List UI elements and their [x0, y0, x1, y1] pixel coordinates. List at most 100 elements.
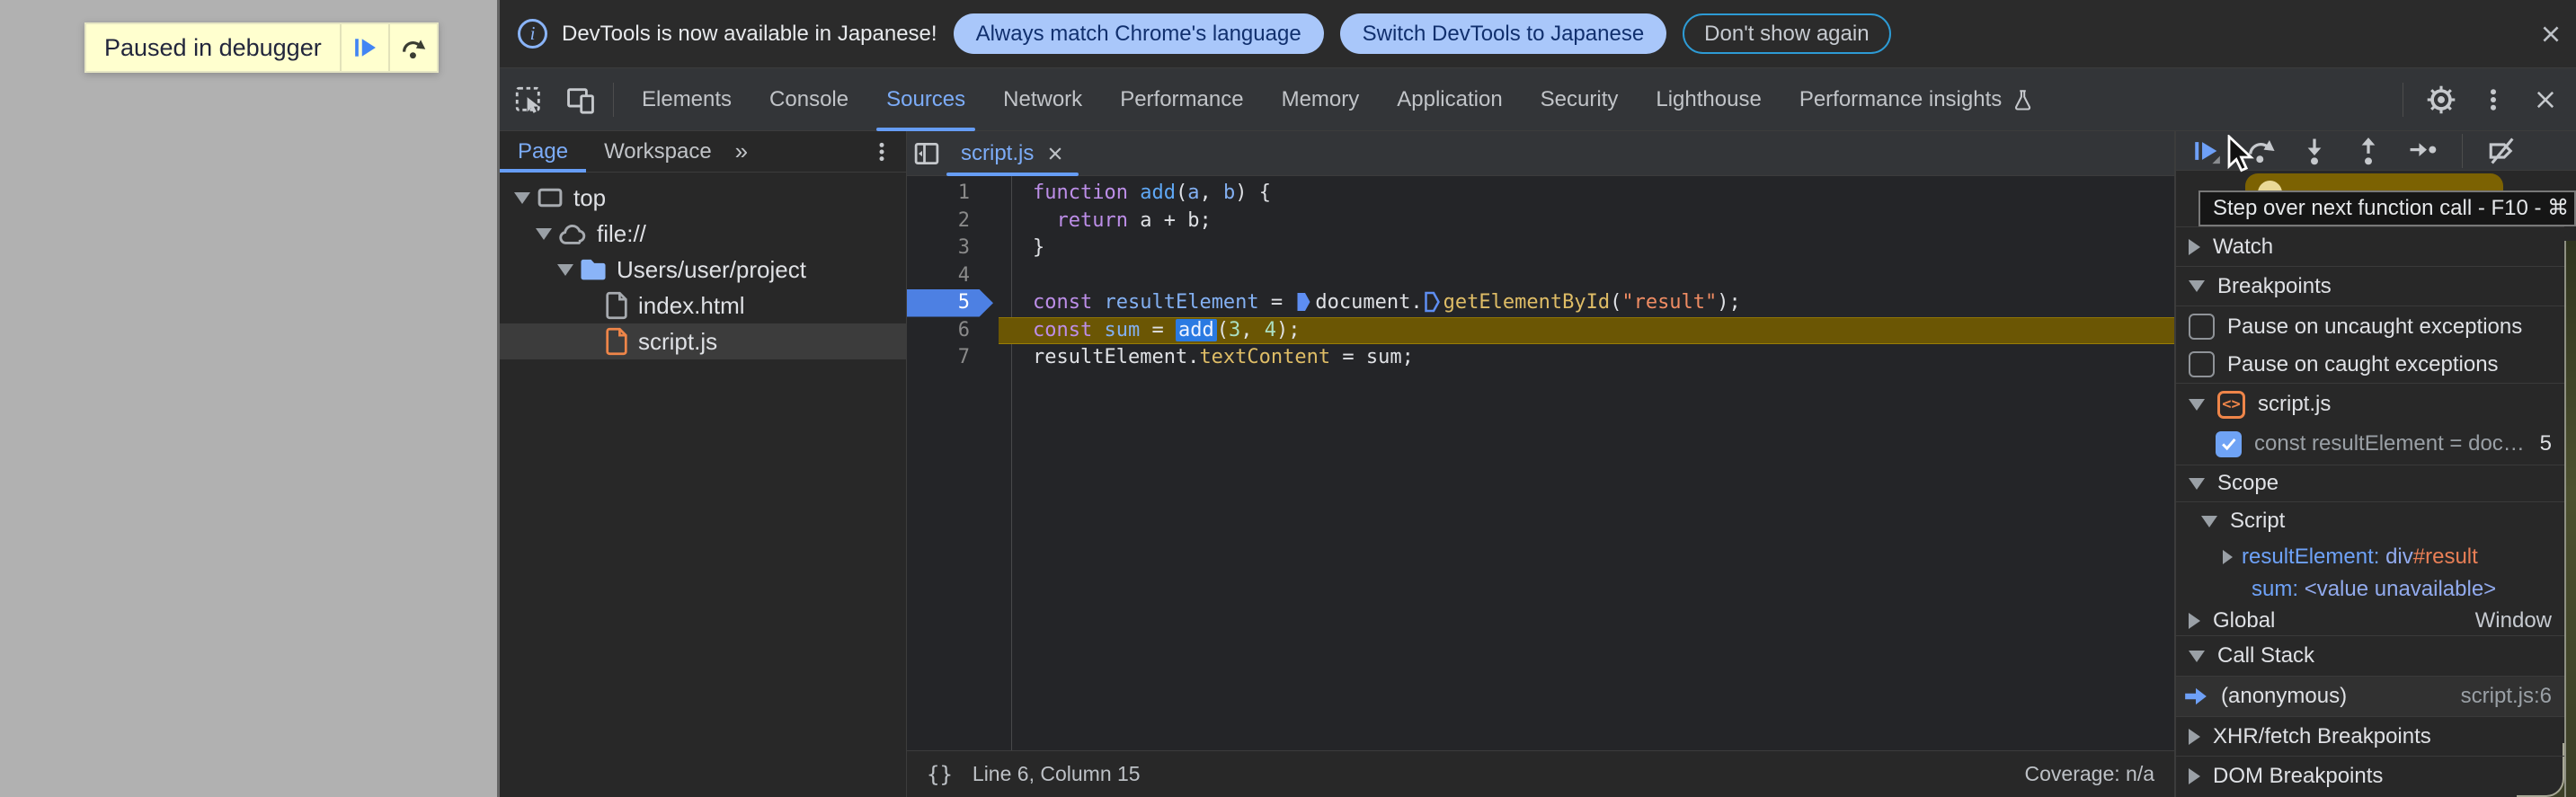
navigator-tab-bar: Page Workspace »	[500, 131, 906, 173]
breakpoint-entry[interactable]: const resultElement = doc… 5	[2176, 424, 2564, 464]
tree-item-index-html[interactable]: index.html	[500, 288, 906, 323]
infobar-close-button[interactable]	[2526, 22, 2576, 46]
pause-caught-checkbox[interactable]	[2189, 351, 2215, 377]
code-token: textContent	[1199, 346, 1331, 368]
breakpoint-checkbox[interactable]	[2216, 430, 2242, 457]
navigator-more-tabs-button[interactable]: »	[735, 137, 748, 165]
match-chrome-language-button[interactable]: Always match Chrome's language	[953, 13, 1324, 54]
code-token: =	[1140, 318, 1176, 341]
tab-console[interactable]: Console	[751, 68, 867, 131]
tree-item-top[interactable]: top	[500, 180, 906, 216]
chevron-down-icon	[2189, 650, 2205, 662]
resume-script-button[interactable]	[2190, 135, 2223, 167]
step-into-icon	[2307, 138, 2322, 164]
inline-breakpoint-marker[interactable]	[1424, 291, 1440, 313]
section-watch[interactable]: Watch	[2176, 226, 2564, 266]
code-token: );	[1275, 318, 1301, 341]
section-breakpoints[interactable]: Breakpoints	[2176, 266, 2564, 306]
close-icon	[2536, 91, 2554, 108]
line-number[interactable]: 2	[907, 208, 993, 235]
editor-tab-script-js[interactable]: script.js	[946, 131, 1079, 176]
scope-var-resultelement[interactable]: resultElement: div#result	[2176, 540, 2564, 573]
line-number[interactable]: 4	[907, 262, 993, 290]
tab-network[interactable]: Network	[984, 68, 1101, 131]
sources-navigator-pane: Page Workspace » top file:// Users/user/…	[500, 131, 906, 797]
inspect-element-button[interactable]	[505, 76, 552, 123]
more-options-button[interactable]	[2470, 76, 2517, 123]
navigator-tab-page[interactable]: Page	[500, 131, 587, 173]
tree-item-project-folder[interactable]: Users/user/project	[500, 252, 906, 288]
dont-show-again-button[interactable]: Don't show again	[1683, 13, 1891, 54]
chevron-right-icon	[2189, 767, 2200, 784]
tree-item-file-protocol[interactable]: file://	[500, 216, 906, 252]
section-scope[interactable]: Scope	[2176, 465, 2564, 502]
script-snippet-icon: <>	[2217, 390, 2245, 419]
tab-performance-insights[interactable]: Performance insights	[1781, 68, 2053, 131]
code-editor[interactable]: 1234567 function add(a, b) { return a + …	[907, 176, 2174, 750]
resume-script-button[interactable]	[339, 24, 388, 71]
call-stack-frame[interactable]: (anonymous) script.js:6	[2176, 677, 2564, 716]
tab-security[interactable]: Security	[1522, 68, 1638, 131]
code-lines: function add(a, b) { return a + b;} const…	[999, 180, 2174, 372]
breakpoint-line-number: 5	[2539, 431, 2552, 456]
device-toolbar-button[interactable]	[557, 76, 604, 123]
chevron-down-icon[interactable]	[534, 227, 554, 240]
chevron-down-icon[interactable]	[555, 263, 575, 276]
step-out-button[interactable]	[2352, 135, 2385, 167]
chevron-down-icon[interactable]	[512, 191, 532, 204]
info-icon: i	[518, 19, 547, 49]
step-out-icon	[2361, 137, 2376, 164]
editor-tab-bar: script.js	[907, 131, 2174, 176]
close-tab-icon[interactable]	[1046, 145, 1064, 163]
deactivate-breakpoints-button[interactable]	[2486, 135, 2518, 167]
tab-application[interactable]: Application	[1378, 68, 1521, 131]
devtools-close-button[interactable]	[2522, 76, 2569, 123]
code-token: function	[1033, 182, 1128, 204]
chevron-right-icon	[2189, 728, 2200, 745]
section-xhr-breakpoints[interactable]: XHR/fetch Breakpoints	[2176, 716, 2564, 756]
step-over-button-banner[interactable]	[387, 24, 437, 71]
language-infobar: i DevTools is now available in Japanese!…	[500, 0, 2576, 68]
code-token: }	[1033, 236, 1045, 259]
pretty-print-button[interactable]: {}	[927, 762, 953, 787]
scope-var-sum[interactable]: sum: <value unavailable>	[2176, 573, 2564, 606]
settings-button[interactable]	[2418, 76, 2465, 123]
tab-sources[interactable]: Sources	[867, 68, 984, 131]
scope-group-script[interactable]: Script	[2176, 502, 2564, 540]
code-token: 4	[1264, 318, 1276, 341]
pause-uncaught-checkbox[interactable]	[2189, 314, 2215, 340]
pause-uncaught-row: Pause on uncaught exceptions	[2176, 307, 2564, 346]
line-number[interactable]: 7	[907, 344, 993, 372]
file-icon	[606, 291, 627, 320]
breakpoint-marker[interactable]: 5	[907, 289, 993, 317]
tab-elements[interactable]: Elements	[623, 68, 751, 131]
code-line-6: const sum = add (3, 4);	[999, 316, 2174, 344]
code-token: getElementById	[1443, 291, 1611, 314]
step-into-button[interactable]	[2298, 135, 2331, 167]
line-number[interactable]: 1	[907, 180, 993, 208]
tab-lighthouse[interactable]: Lighthouse	[1637, 68, 1780, 131]
code-token: ,	[1199, 182, 1223, 204]
tab-performance[interactable]: Performance	[1101, 68, 1262, 131]
step-icon	[2410, 142, 2437, 156]
line-number[interactable]: 6	[907, 317, 993, 345]
breakpoint-file-group[interactable]: <> script.js	[2176, 385, 2564, 424]
toggle-navigator-button[interactable]	[907, 131, 946, 176]
switch-devtools-japanese-button[interactable]: Switch DevTools to Japanese	[1339, 13, 1667, 54]
inline-breakpoint-marker[interactable]	[1296, 291, 1311, 313]
navigator-tab-workspace[interactable]: Workspace	[586, 131, 730, 173]
scope-group-global[interactable]: Global Window	[2176, 606, 2564, 635]
chevron-right-icon	[2189, 612, 2200, 629]
section-dom-breakpoints[interactable]: DOM Breakpoints	[2176, 756, 2564, 795]
line-number[interactable]: 3	[907, 235, 993, 262]
section-call-stack[interactable]: Call Stack	[2176, 635, 2564, 677]
code-token: document.	[1315, 291, 1423, 314]
navigator-menu-button[interactable]	[870, 140, 893, 164]
tab-memory[interactable]: Memory	[1263, 68, 1379, 131]
step-button[interactable]	[2406, 135, 2438, 167]
tree-item-script-js[interactable]: script.js	[500, 323, 906, 359]
coverage-status: Coverage: n/a	[2024, 762, 2154, 785]
code-token: add	[1140, 182, 1176, 204]
cursor-position: Line 6, Column 15	[972, 762, 1141, 785]
